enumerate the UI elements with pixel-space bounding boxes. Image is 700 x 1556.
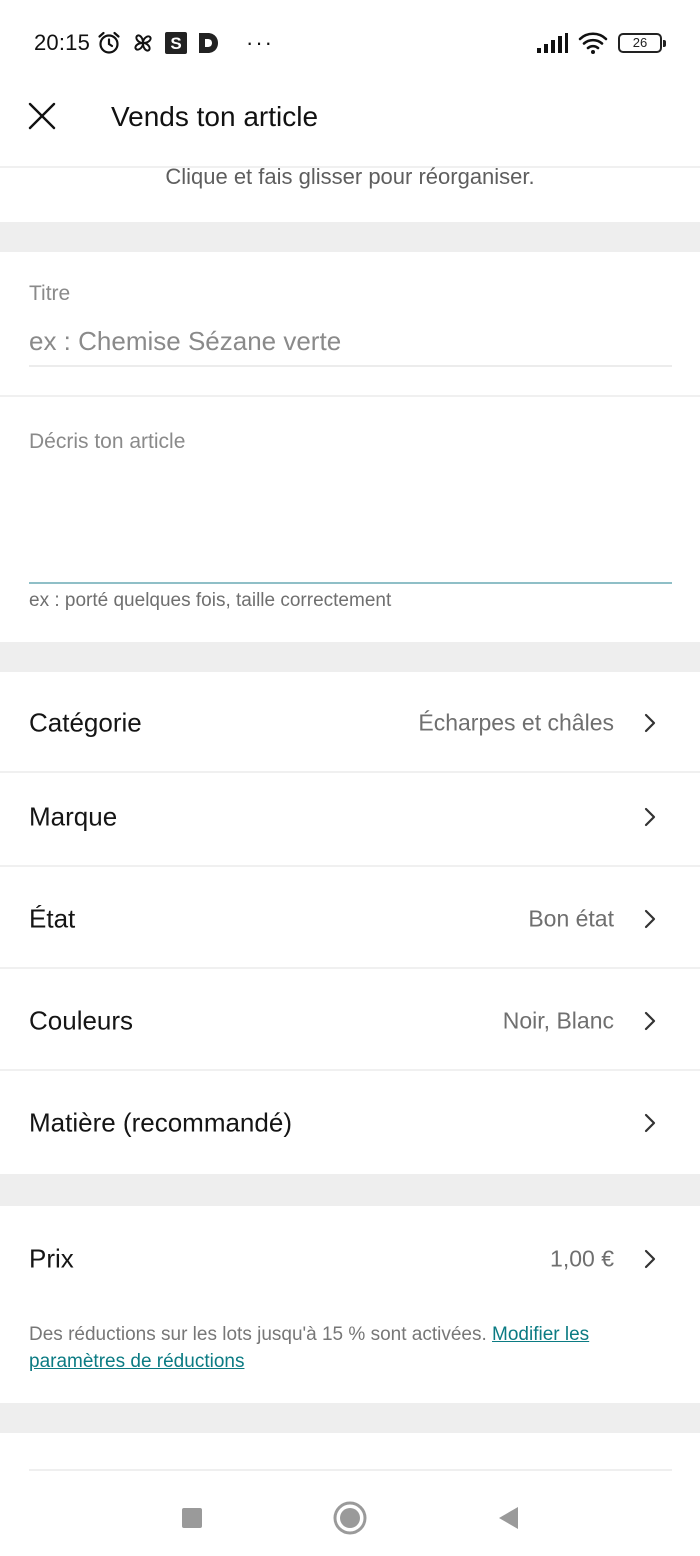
category-label: Catégorie [29, 707, 142, 737]
row-divider [0, 865, 700, 867]
section-gap [0, 222, 700, 252]
colors-value: Noir, Blanc [502, 1007, 614, 1033]
more-notifications-icon: ··· [246, 30, 274, 55]
section-gap [0, 1403, 700, 1433]
system-navigation-bar [0, 1480, 700, 1556]
chevron-right-icon [644, 909, 656, 928]
close-icon [28, 102, 56, 130]
recents-button[interactable] [168, 1494, 216, 1542]
d-app-icon [199, 33, 218, 53]
status-icons-right: 26 [536, 28, 666, 58]
back-button[interactable] [484, 1494, 532, 1542]
chevron-right-icon [644, 1011, 656, 1030]
category-row[interactable]: Catégorie Écharpes et châles [0, 672, 700, 773]
recents-square-icon [182, 1508, 202, 1528]
alarm-icon [98, 31, 120, 54]
description-input[interactable]: Décris ton article [29, 430, 185, 454]
category-value: Écharpes et châles [418, 709, 614, 735]
title-input[interactable]: ex : Chemise Sézane verte [29, 326, 341, 357]
close-button[interactable] [22, 96, 62, 136]
sell-item-screen: 20:15 S ··· 26 Vends ton article Clique … [0, 0, 700, 1556]
divider [29, 1469, 672, 1471]
photo-reorder-hint: Clique et fais glisser pour réorganiser. [165, 164, 535, 189]
s-app-icon: S [165, 32, 187, 54]
description-field-underline [29, 582, 672, 584]
bundle-discount-text: Des réductions sur les lots jusqu'à 15 %… [29, 1324, 493, 1345]
status-time: 20:15 [34, 30, 91, 55]
chevron-right-icon [644, 807, 656, 826]
bundle-discount-note: Des réductions sur les lots jusqu'à 15 %… [29, 1321, 669, 1375]
top-app-bar: Vends ton article [0, 86, 700, 166]
row-divider [0, 967, 700, 969]
signal-icon [537, 33, 568, 53]
chevron-right-icon [644, 713, 656, 732]
title-field-label: Titre [29, 282, 71, 305]
back-triangle-icon [499, 1507, 518, 1529]
colors-label: Couleurs [29, 1005, 134, 1035]
condition-value: Bon état [528, 905, 614, 931]
home-circle-icon [333, 1501, 367, 1535]
page-title: Vends ton article [111, 101, 319, 132]
price-value: 1,00 € [550, 1245, 614, 1271]
price-row[interactable]: Prix 1,00 € [0, 1208, 700, 1309]
material-label: Matière (recommandé) [29, 1107, 292, 1137]
description-helper-text: ex : porté quelques fois, taille correct… [29, 590, 392, 611]
wifi-icon [578, 32, 608, 54]
pinwheel-icon [134, 34, 152, 52]
material-row[interactable]: Matière (recommandé) [0, 1072, 700, 1173]
price-label: Prix [29, 1243, 74, 1273]
brand-row[interactable]: Marque [0, 766, 700, 867]
row-divider [0, 1069, 700, 1071]
colors-row[interactable]: Couleurs Noir, Blanc [0, 970, 700, 1071]
condition-label: État [29, 903, 76, 933]
chevron-right-icon [644, 1249, 656, 1268]
status-icons-left: S ··· [96, 28, 274, 58]
chevron-right-icon [644, 1113, 656, 1132]
status-bar: 20:15 S ··· 26 [0, 0, 700, 86]
condition-row[interactable]: État Bon état [0, 868, 700, 969]
svg-text:S: S [170, 34, 181, 53]
title-field-underline [29, 365, 672, 367]
battery-icon: 26 [618, 33, 666, 53]
home-button[interactable] [326, 1494, 374, 1542]
divider [0, 395, 700, 397]
section-gap [0, 642, 700, 672]
section-gap [0, 1174, 700, 1206]
brand-label: Marque [29, 801, 118, 831]
